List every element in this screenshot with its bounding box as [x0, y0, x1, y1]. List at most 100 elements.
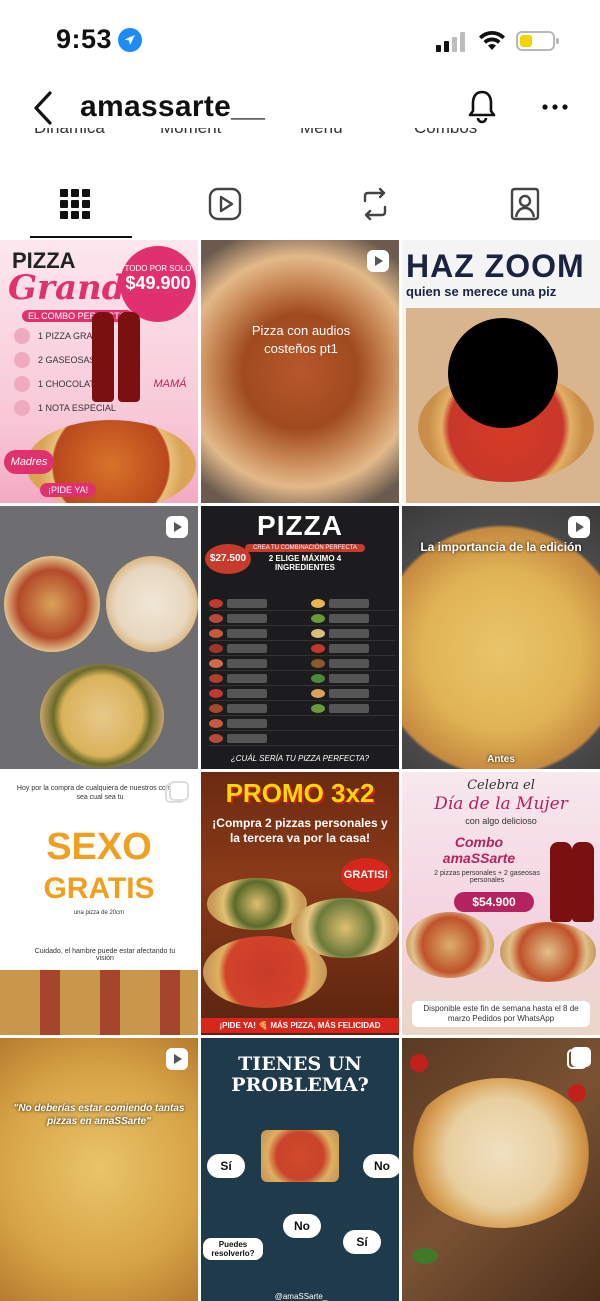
location-arrow-icon [118, 28, 142, 52]
post-tile[interactable]: PIZZA CREA TU COMBINACIÓN PERFECTA 2 ELI… [201, 506, 399, 769]
more-options-icon[interactable] [540, 94, 570, 120]
tomato-image [410, 1054, 428, 1072]
post-text: con algo delicioso [465, 816, 537, 826]
tab-grid[interactable] [0, 170, 150, 238]
pizza-image [4, 556, 100, 652]
post-text: HAZ ZOOM [406, 248, 585, 284]
post-text: 2 ELIGE MÁXIMO 4 INGREDIENTES [268, 554, 342, 572]
post-text: 2 pizzas personales + 2 gaseosas persona… [434, 870, 540, 884]
reel-indicator-icon [367, 250, 389, 272]
soda-bottle-image [572, 842, 594, 922]
redacted-circle [448, 318, 558, 428]
post-text: ¿CUÁL SERÍA TU PIZZA PERFECTA? [230, 754, 370, 763]
soda-bottle-image [92, 312, 114, 402]
pizza-image [406, 1078, 596, 1228]
price-badge: $27.500 [205, 544, 251, 574]
yes-bubble: Sí [207, 1154, 245, 1178]
menu-row [209, 656, 395, 671]
highlight-label[interactable]: Menú [300, 128, 343, 138]
post-text: quien se merece una piz [406, 284, 557, 299]
post-text: CREA TU COMBINACIÓN PERFECTA [245, 544, 365, 552]
tab-reels[interactable] [150, 170, 300, 238]
menu-row [209, 731, 395, 746]
menu-row [209, 701, 395, 716]
highlight-label[interactable]: Combos [414, 128, 477, 138]
post-tile[interactable]: Celebra el Día de la Mujer con algo deli… [402, 772, 600, 1035]
pizza-slices-image [0, 970, 198, 1035]
reel-indicator-icon [166, 1048, 188, 1070]
post-text: @amaSSarte_ [274, 1292, 328, 1301]
story-highlights-strip[interactable]: Dinámica Moment Menú Combos [0, 128, 600, 144]
post-text: MAMÁ [153, 378, 187, 390]
post-text: Día de la Mujer [434, 794, 568, 814]
post-text: EL COMBO PERFECTO [22, 310, 133, 322]
notification-bell-icon[interactable] [466, 88, 498, 124]
post-text: TODO POR SOLO [124, 264, 192, 273]
carousel-indicator-icon [567, 1047, 591, 1069]
post-tile[interactable]: PIZZA Grande EL COMBO PERFECTO TODO POR … [0, 240, 198, 503]
post-tile[interactable]: Hoy por la compra de cualquiera de nuest… [0, 772, 198, 1035]
menu-row [209, 641, 395, 656]
battery-icon [516, 31, 559, 51]
no-bubble: No [363, 1154, 399, 1178]
menu-row [209, 626, 395, 641]
reel-caption: La importancia de la edición [420, 540, 582, 554]
post-tile[interactable]: HAZ ZOOM quien se merece una piz [402, 240, 600, 503]
tomato-image [568, 1084, 586, 1102]
post-text: Disponible este fin de semana hasta el 8… [412, 1001, 590, 1027]
reel-indicator-icon [166, 516, 188, 538]
post-tile[interactable]: PROMO 3x2 ¡Compra 2 pizzas personales y … [201, 772, 399, 1035]
post-text: ¡PIDE YA! 🍕 MÁS PIZZA, MÁS FELICIDAD [201, 1018, 399, 1033]
highlight-label[interactable]: Dinámica [34, 128, 105, 138]
post-text: Combo amaSSarte [442, 834, 516, 866]
posts-grid: PIZZA Grande EL COMBO PERFECTO TODO POR … [0, 240, 600, 1301]
carousel-indicator-icon [165, 781, 189, 803]
post-text: $49.900 [125, 273, 191, 293]
basil-leaf-image [412, 1248, 438, 1264]
pizza-image [500, 922, 596, 982]
wifi-icon [479, 30, 505, 50]
free-badge: GRATIS! [341, 858, 391, 892]
menu-row [209, 686, 395, 701]
pizza-image [203, 936, 327, 1008]
post-tile[interactable]: TIENES UN PROBLEMA? Sí No No Sí Puedes r… [201, 1038, 399, 1301]
ingredient-menu [209, 596, 395, 746]
post-text: TIENES UN PROBLEMA? [231, 1053, 369, 1096]
post-tile[interactable]: "No deberías estar comiendo tantas pizza… [0, 1038, 198, 1301]
post-text: SEXO [46, 826, 152, 868]
post-text: Celebra el [467, 778, 535, 793]
pizza-image [261, 1130, 339, 1182]
post-text: ¡Compra 2 pizzas personales y la tercera… [212, 816, 388, 845]
post-text: Cuidado, el hambre puede estar afectando… [34, 948, 176, 962]
menu-row [209, 596, 395, 611]
post-text: Antes [487, 754, 515, 765]
cellular-signal-icon [436, 32, 465, 52]
reel-caption: Pizza con audios costeños pt1 [251, 323, 351, 356]
price-badge: $54.900 [454, 892, 534, 912]
highlight-label[interactable]: Moment [160, 128, 221, 138]
post-text: PIZZA [257, 510, 343, 541]
post-tile[interactable]: La importancia de la edición Antes [402, 506, 600, 769]
post-text: PROMO 3x2 [225, 778, 375, 808]
soda-bottle-image [550, 842, 572, 922]
post-text: ¡PIDE YA! [40, 483, 97, 497]
pizza-image [40, 664, 164, 768]
profile-username: amassarte__ [80, 90, 266, 123]
status-bar: 9:53 [0, 0, 600, 80]
menu-row [209, 716, 395, 731]
tab-tagged[interactable] [450, 170, 600, 238]
post-tile[interactable] [0, 506, 198, 769]
tab-reposts[interactable] [300, 170, 450, 238]
menu-row [209, 671, 395, 686]
post-text: Hoy por la compra de cualquiera de nuest… [16, 785, 184, 801]
price-badge: TODO POR SOLO $49.900 [120, 246, 196, 322]
profile-tab-bar [0, 170, 600, 240]
reel-indicator-icon [568, 516, 590, 538]
reel-caption: "No deberías estar comiendo tantas pizza… [13, 1103, 185, 1127]
post-tile[interactable] [402, 1038, 600, 1301]
post-tile[interactable]: Pizza con audios costeños pt1 [201, 240, 399, 503]
reels-play-icon [208, 187, 242, 221]
tagged-person-icon [510, 187, 540, 221]
pizza-image [106, 556, 198, 652]
back-arrow-icon[interactable] [30, 90, 56, 126]
